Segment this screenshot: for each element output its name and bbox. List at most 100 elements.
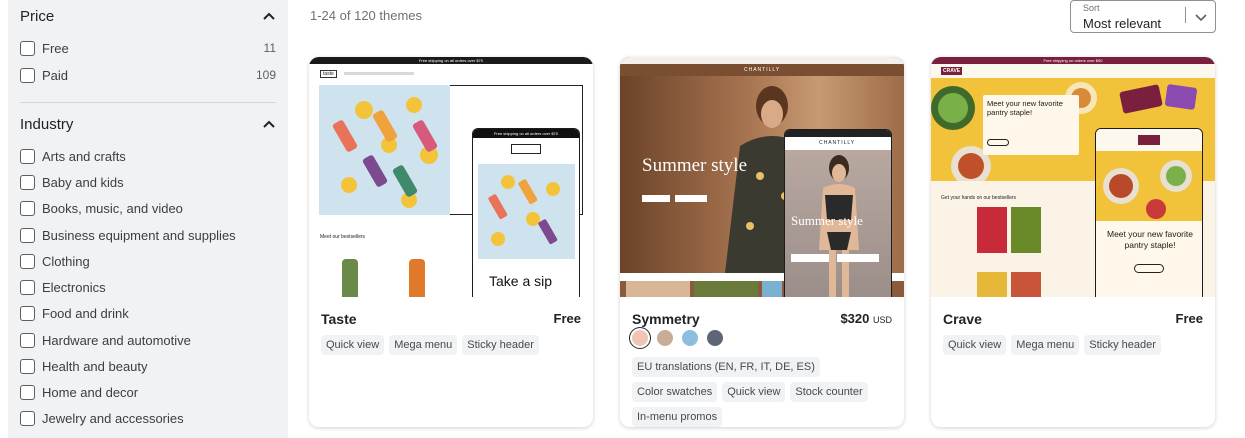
preview-product (977, 272, 1007, 297)
checkbox[interactable] (20, 227, 35, 243)
theme-tag[interactable]: Sticky header (462, 335, 539, 355)
industry-filter-title: Industry (20, 115, 74, 133)
theme-tag[interactable]: Mega menu (1011, 335, 1080, 355)
filter-option-free[interactable]: Free 11 (20, 38, 276, 58)
theme-tag[interactable]: Color swatches (632, 382, 718, 402)
filter-option-electronics[interactable]: Electronics (20, 277, 276, 297)
filter-option-home-and-decor[interactable]: Home and decor (20, 382, 276, 402)
filter-option-clothing[interactable]: Clothing (20, 251, 276, 271)
preview-thumb (762, 281, 782, 297)
checkbox[interactable] (20, 384, 35, 400)
results-count: 1-24 of 120 themes (310, 8, 423, 23)
checkbox[interactable] (20, 279, 35, 295)
chevron-up-icon (262, 117, 276, 131)
theme-card-taste[interactable]: Free shipping on all orders over $70 tas… (309, 57, 593, 427)
filter-option-label: Clothing (42, 253, 90, 269)
preview-announcement: Free shipping on orders over $50 (931, 57, 1215, 64)
filter-option-books-music-video[interactable]: Books, music, and video (20, 198, 276, 218)
checkbox[interactable] (20, 200, 35, 216)
preview-hero-heading: Summer style (642, 155, 748, 176)
theme-tags: EU translations (EN, FR, IT, DE, ES) Col… (632, 357, 894, 427)
checkbox[interactable] (20, 410, 35, 426)
preview-logo: CHANTILLY (744, 67, 781, 73)
preview-product-bottle (409, 259, 425, 297)
preview-mobile-button (791, 254, 829, 262)
theme-tag[interactable]: EU translations (EN, FR, IT, DE, ES) (632, 357, 820, 377)
preview-product (1011, 207, 1041, 253)
color-swatch[interactable] (707, 330, 723, 346)
preview-thumb (626, 281, 690, 297)
checkbox[interactable] (20, 305, 35, 321)
color-swatch[interactable] (657, 330, 673, 346)
filter-option-label: Baby and kids (42, 174, 124, 190)
theme-tag[interactable]: Quick view (943, 335, 1007, 355)
preview-product (1011, 272, 1041, 297)
preview-mobile-logo: CHANTILLY (819, 140, 856, 146)
theme-tag[interactable]: Quick view (321, 335, 385, 355)
theme-price-currency: USD (872, 315, 892, 325)
preview-nav (344, 72, 414, 75)
preview-thumb (694, 281, 758, 297)
filter-option-label: Arts and crafts (42, 148, 126, 164)
chevron-up-icon (262, 9, 276, 23)
theme-tag[interactable]: Sticky header (1084, 335, 1161, 355)
theme-card-crave[interactable]: Free shipping on orders over $50 CRAVE M… (931, 57, 1215, 427)
preview-mobile-heading: Summer style (791, 213, 863, 228)
preview-mobile-logo (511, 144, 541, 154)
preview-hero-button (675, 195, 707, 202)
filter-option-business-equipment[interactable]: Business equipment and supplies (20, 225, 276, 245)
chevron-down-icon (1195, 9, 1207, 27)
theme-tag[interactable]: In-menu promos (632, 407, 723, 427)
preview-mobile-frame: Free shipping on all orders over $70 Tak… (472, 128, 580, 297)
price-filter-header[interactable]: Price (20, 4, 276, 28)
preview-product-bottle (342, 259, 358, 297)
filter-option-count: 11 (263, 41, 276, 55)
sort-select[interactable]: Sort Most relevant (1070, 0, 1216, 33)
checkbox[interactable] (20, 40, 35, 56)
color-swatch[interactable] (682, 330, 698, 346)
theme-preview-image: Free shipping on all orders over $70 tas… (309, 57, 593, 297)
preview-mobile-announcement: Free shipping on all orders over $70 (473, 129, 579, 138)
theme-name: Symmetry (632, 311, 700, 327)
checkbox[interactable] (20, 332, 35, 348)
preview-hero-image (319, 85, 450, 215)
checkbox[interactable] (20, 358, 35, 374)
preview-nav (931, 64, 1215, 78)
preview-hero-button (642, 195, 670, 202)
checkbox[interactable] (20, 253, 35, 269)
theme-card-symmetry[interactable]: CHANTILLY Summer style CHANTILLY Summer … (620, 57, 904, 427)
color-swatches (632, 330, 723, 346)
preview-section-title: Get your hands on our bestsellers (941, 195, 1017, 201)
filter-option-jewelry-accessories[interactable]: Jewelry and accessories (20, 408, 276, 428)
filter-option-label: Health and beauty (42, 358, 148, 374)
checkbox[interactable] (20, 67, 35, 83)
preview-mobile-heading: Meet your new favorite pantry staple! (1107, 229, 1193, 250)
filter-option-health-and-beauty[interactable]: Health and beauty (20, 356, 276, 376)
filter-option-baby-and-kids[interactable]: Baby and kids (20, 172, 276, 192)
sort-value: Most relevant (1083, 16, 1162, 31)
theme-tags: Quick view Mega menu Sticky header (321, 335, 583, 355)
theme-tag[interactable]: Stock counter (790, 382, 868, 402)
theme-price-amount: $320 (840, 311, 870, 326)
theme-tag[interactable]: Mega menu (389, 335, 458, 355)
preview-announcement (620, 57, 904, 64)
filter-option-label: Electronics (42, 279, 106, 295)
filter-option-food-and-drink[interactable]: Food and drink (20, 303, 276, 323)
section-divider (20, 102, 276, 103)
preview-hero-card: Meet your new favorite pantry staple! (983, 95, 1079, 155)
theme-price: Free (1175, 311, 1203, 326)
checkbox[interactable] (20, 148, 35, 164)
theme-tag[interactable]: Quick view (722, 382, 786, 402)
preview-mobile-announcement (785, 130, 891, 137)
checkbox[interactable] (20, 174, 35, 190)
preview-mobile-frame: Meet your new favorite pantry staple! (1095, 128, 1203, 297)
filter-option-paid[interactable]: Paid 109 (20, 65, 276, 85)
preview-hero-button (987, 139, 1009, 146)
filter-option-arts-and-crafts[interactable]: Arts and crafts (20, 146, 276, 166)
preview-section-title: Meet our bestsellers (320, 234, 366, 240)
industry-filter-header[interactable]: Industry (20, 112, 276, 136)
color-swatch[interactable] (632, 330, 648, 346)
preview-logo: taste (320, 70, 337, 78)
theme-price: $320 USD (840, 311, 892, 326)
filter-option-hardware-automotive[interactable]: Hardware and automotive (20, 330, 276, 350)
